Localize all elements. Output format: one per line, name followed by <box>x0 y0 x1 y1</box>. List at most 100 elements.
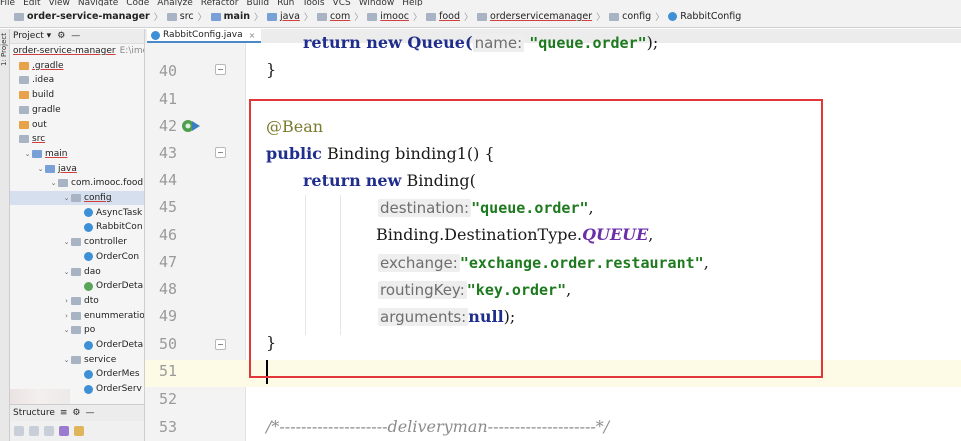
tree-item[interactable]: AsyncTask <box>10 206 144 220</box>
breadcrumb-item[interactable]: config <box>609 11 651 22</box>
sort-alpha-icon[interactable] <box>14 426 24 436</box>
tree-item-label: AsyncTask <box>96 207 143 218</box>
hide-icon[interactable]: — <box>71 31 80 41</box>
tree-item[interactable]: .idea <box>10 73 144 87</box>
line-number: 47 <box>158 253 177 271</box>
sort-visibility-icon[interactable] <box>29 426 39 436</box>
fold-marker[interactable] <box>215 339 226 350</box>
tree-item-label: po <box>84 325 96 336</box>
breadcrumb-item[interactable]: orderservicemanager <box>477 11 592 22</box>
tree-item[interactable]: ⌄ java <box>10 162 144 176</box>
line-number: 42 <box>158 117 177 135</box>
tree-item[interactable]: order-service-managerE:\imo <box>10 44 144 58</box>
project-tool-button[interactable]: 1: Project <box>0 33 9 66</box>
tab-rabbitconfig[interactable]: RabbitConfig.java × <box>147 29 262 43</box>
tree-item[interactable]: gradle <box>10 103 144 117</box>
tree-item[interactable]: ⌄ config <box>10 191 144 205</box>
interface-icon <box>84 281 93 291</box>
breadcrumb-separator: 〉 <box>153 13 163 23</box>
tree-item[interactable]: RabbitCon <box>10 220 144 234</box>
tree-item[interactable]: OrderDeta <box>10 338 144 352</box>
expand-arrow-icon[interactable]: ⌄ <box>49 176 58 190</box>
expand-arrow-icon[interactable]: ⌄ <box>62 353 71 367</box>
tree-item[interactable]: › dto <box>10 294 144 308</box>
expand-arrow-icon[interactable]: ⌄ <box>62 191 71 205</box>
breadcrumb-item[interactable]: imooc <box>367 11 409 22</box>
expand-arrow-icon[interactable]: ⌄ <box>62 235 71 249</box>
tree-item[interactable]: ⌄ dao <box>10 265 144 279</box>
tree-item-label: OrderDeta <box>96 340 144 350</box>
show-fields-icon[interactable] <box>44 426 54 436</box>
expand-arrow-icon[interactable]: ⌄ <box>36 162 45 176</box>
tree-item-label: build <box>32 90 55 101</box>
breadcrumb-separator: 〉 <box>354 13 364 23</box>
tree-item[interactable]: out <box>10 118 144 132</box>
tree-item-label: .idea <box>32 75 55 86</box>
gear-icon[interactable]: ⚙ <box>72 408 80 418</box>
expand-arrow-icon[interactable]: ⌄ <box>23 147 32 161</box>
breadcrumb-item[interactable]: main <box>210 11 250 22</box>
project-view-dropdown[interactable]: Project ▾ <box>13 31 51 41</box>
class-icon <box>151 30 160 40</box>
tree-item[interactable]: .gradle <box>10 59 144 73</box>
breadcrumb-item[interactable]: java <box>267 11 300 22</box>
expand-arrow-icon[interactable]: ⌄ <box>62 265 71 279</box>
expand-arrow-icon[interactable]: › <box>62 294 71 308</box>
show-properties-icon[interactable] <box>59 426 69 436</box>
folder-icon <box>426 12 437 21</box>
folder-icon <box>19 76 29 85</box>
tree-item-label: OrderServ <box>96 384 142 395</box>
line-number: 52 <box>158 390 177 408</box>
sort-icon[interactable]: ≡ <box>60 408 68 418</box>
tree-item[interactable]: ⌄ controller <box>10 235 144 249</box>
line-number: 53 <box>158 418 177 436</box>
breadcrumb-item[interactable]: src <box>166 11 194 22</box>
tree-item[interactable]: OrderCon <box>10 250 144 264</box>
settings-icon[interactable]: ⚙ <box>57 31 65 41</box>
breadcrumb-item[interactable]: com <box>316 11 350 22</box>
folder-icon <box>71 311 81 320</box>
show-inherited-icon[interactable] <box>74 426 84 436</box>
breadcrumb-item[interactable]: RabbitConfig <box>668 11 741 22</box>
folder-icon <box>316 12 327 21</box>
class-icon <box>84 222 93 232</box>
tree-item[interactable]: OrderDeta <box>10 279 144 293</box>
tree-item-label: config <box>84 193 112 203</box>
close-icon[interactable]: × <box>249 31 256 40</box>
left-tool-strip: 1: Project <box>0 29 10 441</box>
line-number: 43 <box>158 144 177 162</box>
folder-icon <box>267 12 278 21</box>
structure-panel-header: Structure ≡ ⚙ — <box>10 404 144 421</box>
expand-arrow-icon[interactable]: ⌄ <box>62 323 71 337</box>
minimize-icon[interactable]: — <box>86 408 95 418</box>
folder-icon <box>14 12 24 21</box>
breadcrumb-item[interactable]: food <box>426 11 460 22</box>
breadcrumb-item[interactable]: order-service-manager <box>14 11 150 22</box>
tree-item[interactable]: OrderMes <box>10 367 144 381</box>
tree-item-label: src <box>32 134 46 145</box>
tree-item[interactable]: ⌄ main <box>10 147 144 161</box>
project-path: E:\imo <box>119 46 144 56</box>
tree-item[interactable]: › enummeratio <box>10 309 145 323</box>
tree-item[interactable]: ⌄ com.imooc.food. <box>10 176 145 190</box>
breadcrumb-label: food <box>439 11 461 22</box>
fold-marker[interactable] <box>215 147 226 158</box>
breadcrumb-label: orderservicemanager <box>490 11 593 22</box>
tree-item-label: com.imooc.food. <box>71 178 145 189</box>
expand-arrow-icon[interactable]: › <box>62 309 71 323</box>
breadcrumb-label: config <box>622 11 652 22</box>
structure-toolbar <box>10 421 144 441</box>
tree-item[interactable]: ⌄ service <box>10 353 144 367</box>
spring-bean-icon[interactable] <box>181 117 201 135</box>
folder-icon <box>19 91 29 100</box>
tree-item[interactable]: ⌄ po <box>10 323 144 337</box>
fold-marker[interactable] <box>215 64 226 75</box>
tree-item-label: order-service-manager <box>13 46 116 56</box>
tree-item[interactable]: build <box>10 88 144 102</box>
structure-title[interactable]: Structure <box>13 408 55 418</box>
tree-item-label: enummeratio <box>84 310 145 321</box>
folder-icon <box>609 12 620 21</box>
code-line-40: } <box>266 60 277 79</box>
tree-item[interactable]: src <box>10 132 144 146</box>
tree-item-label: OrderDeta <box>96 281 144 292</box>
